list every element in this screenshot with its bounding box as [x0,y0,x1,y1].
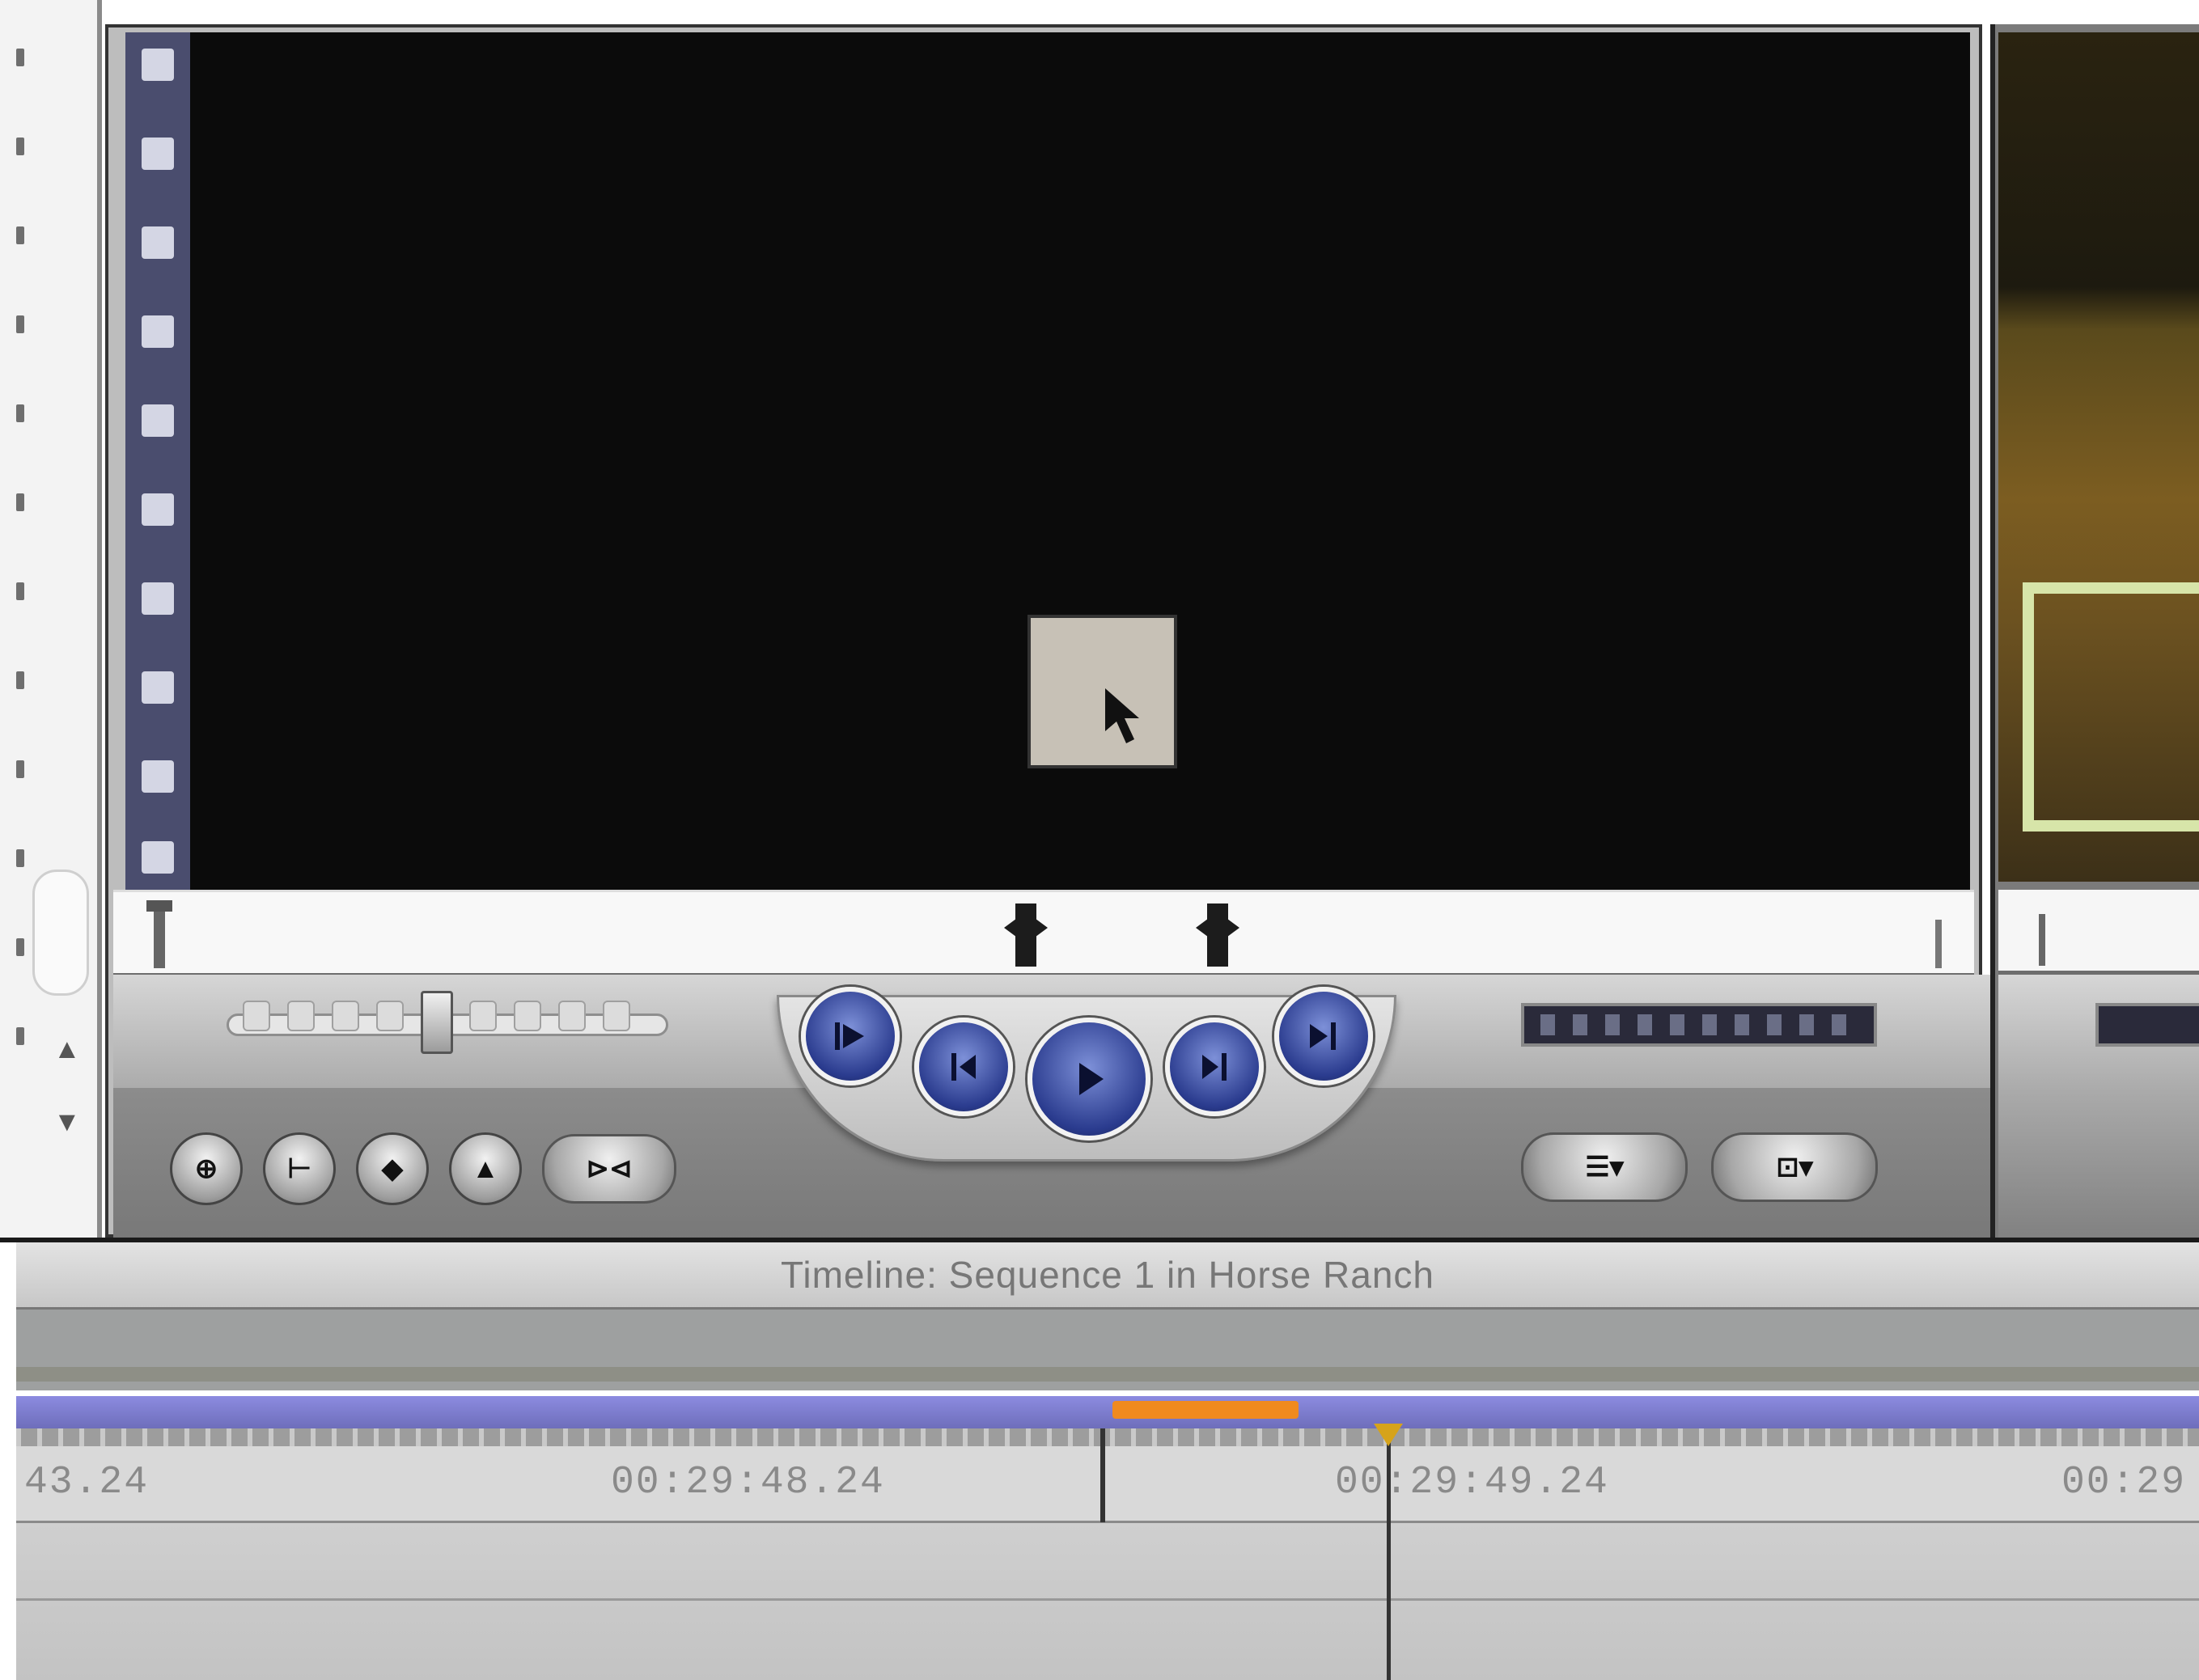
shuttle-notch [287,1001,315,1031]
canvas-jog-control[interactable] [2095,1003,2199,1047]
film-perforation [142,49,174,81]
film-perforation [142,582,174,615]
row-tick [16,138,24,155]
step-forward-button[interactable] [1165,1018,1264,1116]
step-back-icon [951,1053,976,1081]
timeline-sequence-bar[interactable] [16,1396,2199,1428]
scrubber-playhead-icon[interactable] [146,900,172,968]
shuttle-notch [469,1001,497,1031]
row-tick [16,404,24,422]
timeline-playhead[interactable] [1387,1428,1391,1680]
shuttle-notch [558,1001,586,1031]
film-perforation [142,671,174,704]
play-in-to-out-icon [835,1022,864,1050]
jog-segment [1767,1014,1782,1035]
play-button[interactable] [1027,1018,1150,1140]
shuttle-thumb[interactable] [421,991,453,1054]
film-perforation [142,138,174,170]
overlay-menu-button[interactable]: ☰▾ [1521,1132,1688,1202]
row-tick [16,1027,24,1045]
in-point-icon: ⊢ [287,1153,311,1184]
jog-segment [1540,1014,1555,1035]
film-perforation [142,841,174,874]
scroll-down-arrow-icon[interactable]: ▼ [53,1108,81,1136]
shuttle-notch [376,1001,404,1031]
jog-segment [1832,1014,1846,1035]
timecode-label: 00:29:48.24 [611,1461,885,1504]
timeline-ruler[interactable] [16,1446,2199,1523]
jog-control[interactable] [1521,1003,1877,1047]
play-around-icon [1310,1022,1336,1050]
play-around-button[interactable] [1274,987,1373,1085]
row-tick [16,226,24,244]
insert-icon: ⊕ [194,1153,218,1184]
in-point-button[interactable]: ⊢ [263,1132,336,1205]
film-perforation [142,315,174,348]
cursor-highlight-tile [1027,615,1177,768]
row-tick [16,582,24,600]
row-tick [16,849,24,867]
timecode-label: 00:29 [2061,1461,2187,1504]
marker-button[interactable]: ◆ [356,1132,429,1205]
viewer-scrubber-bar[interactable] [113,890,1974,977]
timeline-in-out-range[interactable] [1112,1401,1299,1419]
timecode-label: 43.24 [24,1461,150,1504]
timeline-ruler-ticks [16,1428,2199,1446]
timeline-track-area[interactable] [16,1523,2199,1680]
jog-segment [1799,1014,1814,1035]
step-forward-icon [1202,1053,1227,1081]
canvas-scrubber-bar[interactable] [1998,890,2199,975]
row-tick [16,671,24,689]
film-perforation [142,493,174,526]
play-icon [1079,1063,1104,1095]
row-tick [16,49,24,66]
keyframe-icon: ▲ [472,1153,499,1184]
zoom-menu-icon: ⊡▾ [1776,1152,1813,1183]
jog-segment [1605,1014,1620,1035]
shuttle-notch [514,1001,541,1031]
film-perforation [142,226,174,259]
in-point-marker-icon[interactable] [1015,903,1036,967]
jog-segment [1638,1014,1652,1035]
browser-edge-strip: ▲ ▼ [0,0,102,1238]
scrubber-end-tick [1935,920,1942,968]
film-perforation [142,404,174,437]
jog-segment [1670,1014,1684,1035]
timeline-in-point-line [1100,1428,1105,1522]
step-back-button[interactable] [914,1018,1013,1116]
title-safe-frame [2023,582,2199,832]
timeline-title: Timeline: Sequence 1 in Horse Ranch [780,1254,1435,1296]
marker-icon: ◆ [381,1153,404,1184]
row-tick [16,760,24,778]
timeline-render-status-bar [16,1367,2199,1382]
jog-segment [1735,1014,1749,1035]
keyframe-button[interactable]: ▲ [449,1132,522,1205]
match-frame-icon: ⊳⊲ [586,1153,633,1184]
timecode-label: 00:29:49.24 [1335,1461,1609,1504]
zoom-menu-button[interactable]: ⊡▾ [1711,1132,1878,1202]
match-frame-button[interactable]: ⊳⊲ [542,1134,676,1204]
row-tick [16,315,24,333]
shuttle-notch [243,1001,270,1031]
row-tick [16,938,24,956]
jog-segment [1573,1014,1587,1035]
out-point-marker-icon[interactable] [1207,903,1228,967]
shuttle-notch [603,1001,630,1031]
timeline-title-bar[interactable]: Timeline: Sequence 1 in Horse Ranch [16,1242,2199,1310]
scroll-up-arrow-icon[interactable]: ▲ [53,1035,81,1063]
shuttle-notch [332,1001,359,1031]
row-tick [16,493,24,511]
canvas-video-frame[interactable] [1998,32,2199,882]
canvas-playhead-icon[interactable] [2039,914,2045,966]
track-divider [16,1598,2199,1601]
overlay-menu-icon: ☰▾ [1585,1152,1624,1183]
shuttle-slider[interactable] [227,991,668,1054]
play-in-to-out-button[interactable] [801,987,900,1085]
filmstrip-edge [125,32,190,890]
mouse-pointer-icon [1105,688,1139,743]
insert-button[interactable]: ⊕ [170,1132,243,1205]
jog-segment [1702,1014,1717,1035]
film-perforation [142,760,174,793]
scrollbar-thumb[interactable] [32,870,89,996]
